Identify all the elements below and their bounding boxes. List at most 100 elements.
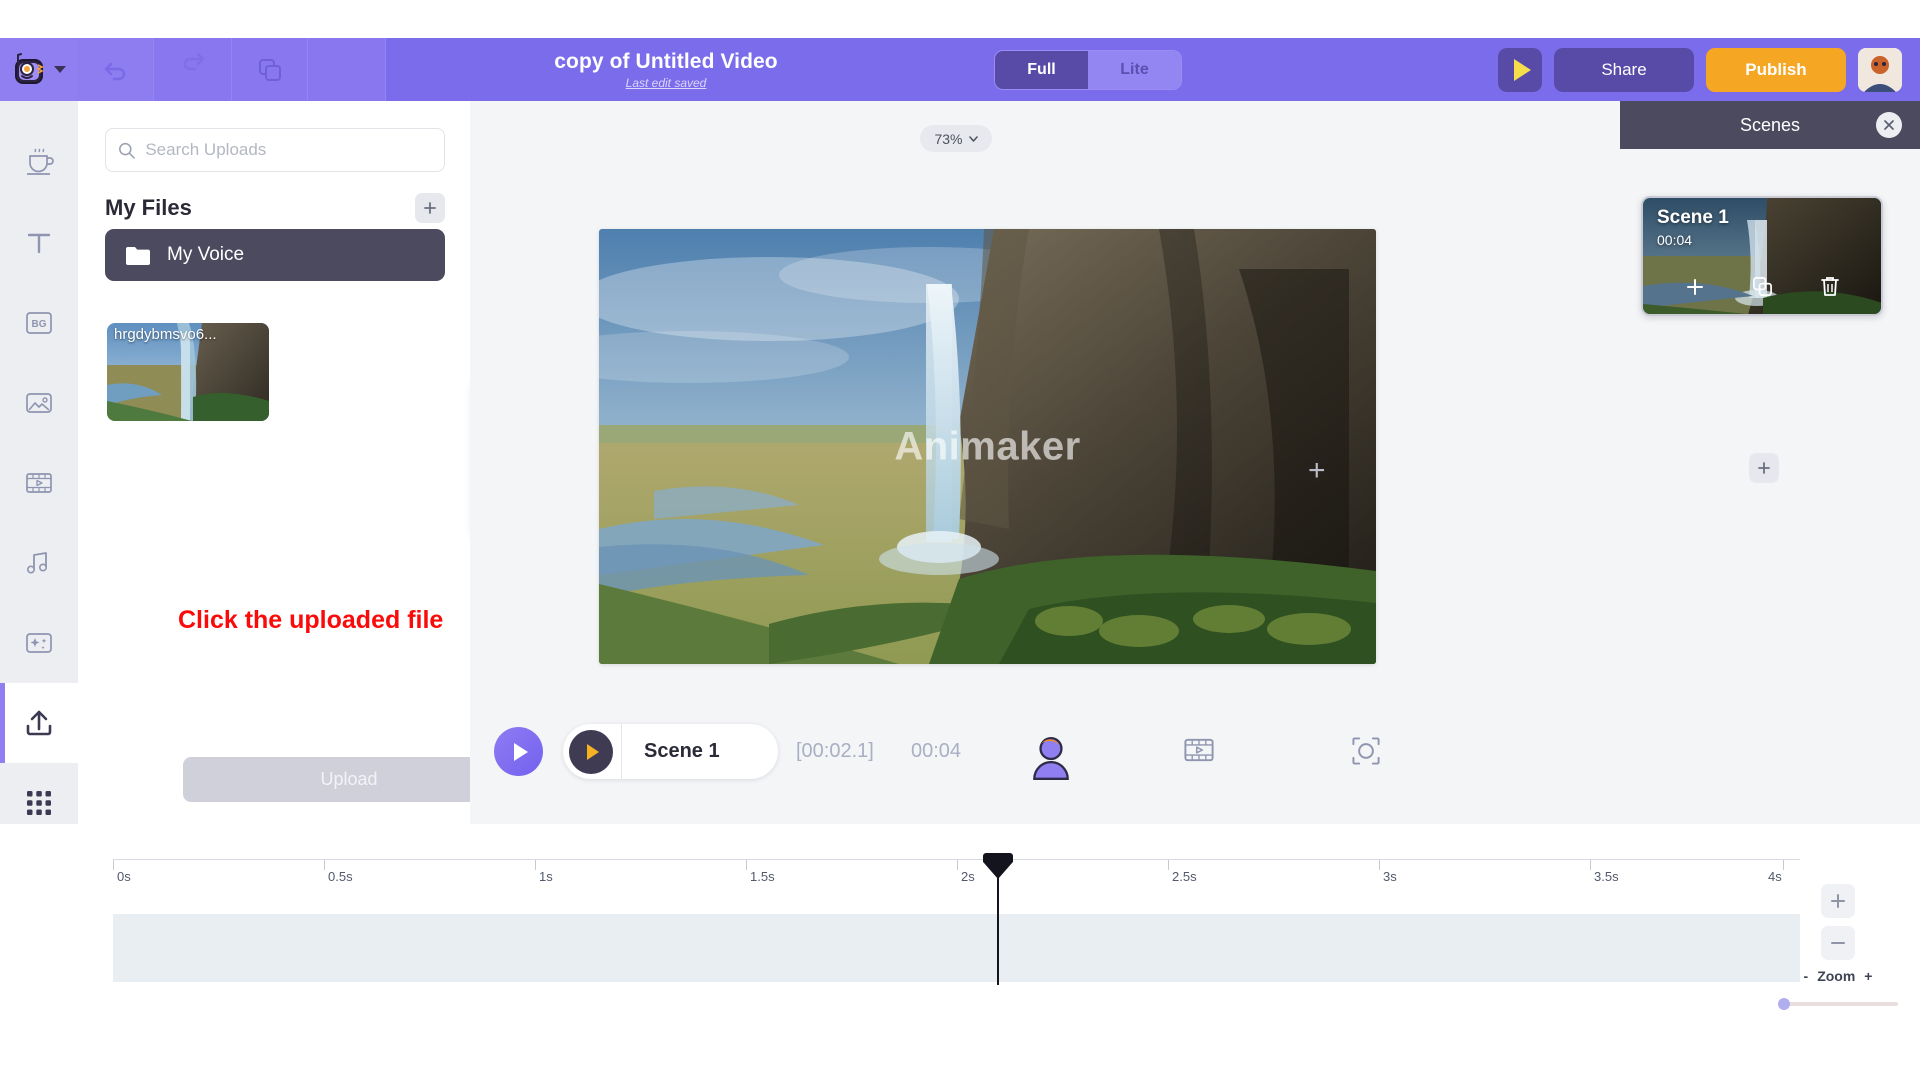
animaker-monster-logo-icon xyxy=(11,52,49,87)
canvas-zoom-value: 73% xyxy=(934,130,963,147)
top-toolbar: copy of Untitled Video Last edit saved F… xyxy=(0,38,1920,101)
app-logo-button[interactable] xyxy=(0,38,78,101)
scenes-panel: Scenes Scene 1 00:04 xyxy=(1620,101,1920,824)
scene-card-tools xyxy=(1643,276,1881,302)
camera-button[interactable] xyxy=(1350,735,1382,772)
transition-button[interactable] xyxy=(1182,735,1216,770)
add-character-button[interactable] xyxy=(1028,735,1074,788)
scene-card-duration: 00:04 xyxy=(1657,232,1693,248)
folder-my-voice[interactable]: My Voice xyxy=(105,229,445,281)
search-icon xyxy=(119,142,135,159)
zoom-in-button[interactable] xyxy=(1821,884,1855,918)
ruler-tick-label: 2s xyxy=(961,869,975,884)
current-scene-pill[interactable]: Scene 1 xyxy=(563,724,778,779)
scene-play-button[interactable] xyxy=(569,729,613,774)
ruler-tick-label: 0.5s xyxy=(328,869,353,884)
video-canvas[interactable]: Animaker xyxy=(599,229,1376,664)
play-icon xyxy=(513,742,528,761)
play-icon xyxy=(1513,58,1531,81)
user-avatar-icon xyxy=(1858,47,1902,92)
user-avatar-icon xyxy=(1033,736,1069,780)
add-scene-button[interactable] xyxy=(1749,453,1779,483)
redo-button[interactable] xyxy=(154,38,232,101)
sidebar-item-videos[interactable] xyxy=(0,443,78,523)
document-title-block: copy of Untitled Video Last edit saved xyxy=(386,38,946,101)
sidebar-item-images[interactable] xyxy=(0,363,78,443)
video-icon xyxy=(26,473,52,493)
sidebar-item-effects[interactable] xyxy=(0,603,78,683)
undo-button[interactable] xyxy=(78,38,154,101)
publish-button[interactable]: Publish xyxy=(1706,47,1846,92)
timeline: 0s 0.5s 1s 1.5s 2s 2.5s 3s 3.5s 4s - Zoo… xyxy=(0,824,1920,1080)
play-icon xyxy=(587,743,599,760)
search-input[interactable] xyxy=(145,140,432,160)
upload-button[interactable]: Upload xyxy=(183,757,515,802)
plus-icon xyxy=(1831,894,1845,908)
zoom-minus-label[interactable]: - xyxy=(1804,968,1809,984)
play-button[interactable] xyxy=(494,727,543,776)
canvas-zoom-selector[interactable]: 73% xyxy=(920,125,992,152)
total-duration: 00:04 xyxy=(911,740,962,762)
mode-lite-tab[interactable]: Lite xyxy=(1088,50,1181,89)
paste-button[interactable] xyxy=(308,38,386,101)
share-button[interactable]: Share xyxy=(1554,47,1694,92)
search-uploads-box[interactable] xyxy=(105,128,445,172)
uploads-panel: My Files My Voice xyxy=(78,101,515,863)
page-title[interactable]: copy of Untitled Video xyxy=(554,50,778,74)
close-scenes-button[interactable] xyxy=(1876,112,1902,138)
zoom-out-button[interactable] xyxy=(1821,926,1855,960)
ruler-tick-label: 1.5s xyxy=(750,869,775,884)
zoom-slider[interactable] xyxy=(1778,998,1898,1010)
coffee-cup-icon xyxy=(27,148,54,175)
bg-icon: BG xyxy=(26,312,52,334)
sidebar-item-music[interactable] xyxy=(0,523,78,603)
undo-icon xyxy=(104,62,125,80)
text-icon xyxy=(27,233,51,254)
upload-icon xyxy=(26,710,52,736)
video-frame-icon xyxy=(1184,738,1214,762)
folder-label: My Voice xyxy=(167,244,245,265)
add-element-button[interactable]: + xyxy=(1308,456,1326,486)
music-note-icon xyxy=(26,552,48,574)
plus-icon xyxy=(1758,462,1770,474)
sidebar-item-text[interactable] xyxy=(0,203,78,283)
my-files-label: My Files xyxy=(105,195,192,220)
instruction-hint: Click the uploaded file xyxy=(178,606,444,634)
close-icon xyxy=(1884,120,1894,130)
timeline-track[interactable] xyxy=(113,914,1800,982)
copy-icon xyxy=(1752,277,1772,296)
add-scene-after-button[interactable] xyxy=(1685,277,1705,302)
preview-button[interactable] xyxy=(1498,47,1542,92)
mode-full-tab[interactable]: Full xyxy=(995,50,1088,89)
uploaded-file-thumbnail[interactable]: hrgdybmsvo6... xyxy=(107,323,269,421)
add-folder-button[interactable] xyxy=(415,193,445,223)
scene-card-title: Scene 1 xyxy=(1657,207,1729,228)
divider xyxy=(621,724,622,779)
avatar[interactable] xyxy=(1858,47,1902,92)
topbar-actions: Share Publish xyxy=(1498,38,1920,101)
copy-button[interactable] xyxy=(232,38,308,101)
scene-thumbnail-card[interactable]: Scene 1 00:04 xyxy=(1641,196,1883,316)
zoom-slider-label: - Zoom + xyxy=(1804,968,1873,984)
zoom-slider-knob[interactable] xyxy=(1778,998,1790,1010)
plus-icon xyxy=(424,202,436,214)
sidebar-item-uploads[interactable] xyxy=(0,683,78,763)
ruler-tick-label: 3.5s xyxy=(1594,869,1619,884)
watermark: Animaker xyxy=(894,424,1081,468)
delete-scene-button[interactable] xyxy=(1820,276,1840,302)
sidebar-item-props[interactable] xyxy=(0,123,78,203)
ruler-tick-label: 4s xyxy=(1768,869,1782,884)
sidebar-item-background[interactable]: BG xyxy=(0,283,78,363)
my-files-header: My Files xyxy=(105,193,445,223)
folder-icon xyxy=(126,246,150,265)
trash-icon xyxy=(1820,277,1839,296)
grid-apps-icon xyxy=(27,791,51,815)
timeline-ruler[interactable]: 0s 0.5s 1s 1.5s 2s 2.5s 3s 3.5s 4s xyxy=(113,859,1800,884)
uploaded-file-name: hrgdybmsvo6... xyxy=(114,326,217,343)
zoom-plus-label[interactable]: + xyxy=(1864,968,1872,984)
duplicate-scene-button[interactable] xyxy=(1752,276,1773,302)
camera-focus-icon xyxy=(1352,737,1380,765)
scene-label: Scene 1 xyxy=(644,740,720,762)
mode-switch[interactable]: Full Lite xyxy=(994,49,1182,90)
chevron-down-icon xyxy=(54,66,66,73)
